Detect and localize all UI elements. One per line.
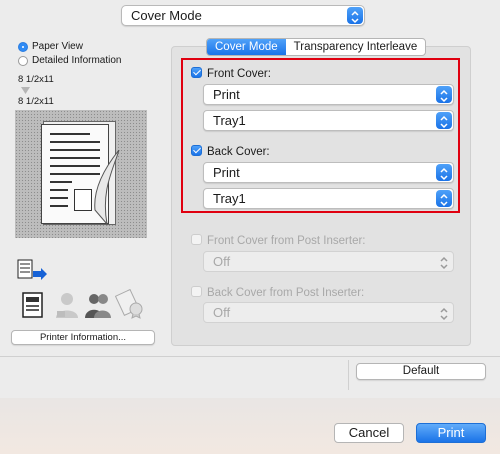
front-cover-checkbox[interactable]: Front Cover: (191, 67, 271, 80)
back-cover-checkbox[interactable]: Back Cover: (191, 145, 270, 158)
detailed-information-radio[interactable]: Detailed Information (18, 55, 122, 66)
back-post-inserter-checkbox[interactable]: Back Cover from Post Inserter: (191, 286, 364, 299)
chevron-updown-icon (436, 253, 452, 270)
chevron-updown-icon (347, 7, 363, 24)
page-curl-icon (94, 150, 120, 226)
chevron-updown-icon (436, 164, 452, 181)
document-icon[interactable] (22, 292, 44, 318)
radio-selected-icon (18, 41, 28, 52)
back-cover-tray-select[interactable]: Tray1 (203, 188, 454, 209)
front-post-inserter-label: Front Cover from Post Inserter: (207, 235, 366, 247)
divider (0, 356, 500, 357)
chevron-updown-icon (436, 112, 452, 129)
default-button[interactable]: Default (356, 363, 486, 380)
checkbox-checked-icon (191, 145, 202, 156)
radio-unselected-icon (18, 55, 28, 66)
certificate-icon (115, 289, 143, 319)
printer-information-button[interactable]: Printer Information... (11, 330, 155, 345)
print-button[interactable]: Print (416, 423, 486, 443)
back-cover-tray-value: Tray1 (213, 191, 246, 206)
back-post-inserter-label: Back Cover from Post Inserter: (207, 287, 365, 299)
checkbox-unchecked-icon (191, 234, 202, 245)
cancel-button[interactable]: Cancel (334, 423, 404, 443)
front-post-inserter-value: Off (213, 254, 231, 269)
users-icon[interactable] (84, 291, 112, 319)
tab-transparency-interleave[interactable]: Transparency Interleave (286, 39, 426, 55)
front-cover-print-select[interactable]: Print (203, 84, 454, 105)
front-cover-label: Front Cover: (207, 68, 271, 80)
tab-bar: Cover Mode Transparency Interleave (206, 38, 427, 56)
front-cover-tray-value: Tray1 (213, 113, 246, 128)
paper-size-top: 8 1/2x11 (18, 74, 54, 85)
arrow-down-icon (21, 87, 30, 94)
paper-size-bottom: 8 1/2x11 (18, 96, 54, 107)
chevron-updown-icon (436, 86, 452, 103)
back-cover-label: Back Cover: (207, 146, 270, 158)
front-cover-print-value: Print (213, 87, 240, 102)
detailed-information-label: Detailed Information (32, 55, 122, 66)
cover-mode-popup-label: Cover Mode (131, 8, 202, 23)
back-post-inserter-select[interactable]: Off (203, 302, 454, 323)
tab-cover-mode[interactable]: Cover Mode (207, 39, 286, 55)
front-post-inserter-checkbox[interactable]: Front Cover from Post Inserter: (191, 234, 366, 247)
chevron-updown-icon (436, 190, 452, 207)
back-cover-print-value: Print (213, 165, 240, 180)
user-icon (56, 293, 78, 318)
front-cover-tray-select[interactable]: Tray1 (203, 110, 454, 131)
cover-mode-popup[interactable]: Cover Mode (121, 5, 365, 26)
checkbox-unchecked-icon (191, 286, 202, 297)
chevron-updown-icon (436, 304, 452, 321)
paper-view-radio[interactable]: Paper View (18, 41, 83, 52)
back-cover-print-select[interactable]: Print (203, 162, 454, 183)
back-post-inserter-value: Off (213, 305, 231, 320)
paper-view-label: Paper View (32, 41, 83, 52)
paper-preview (15, 110, 147, 238)
front-post-inserter-select[interactable]: Off (203, 251, 454, 272)
divider (348, 360, 349, 390)
paper-view-icon[interactable] (17, 259, 49, 285)
checkbox-checked-icon (191, 67, 202, 78)
